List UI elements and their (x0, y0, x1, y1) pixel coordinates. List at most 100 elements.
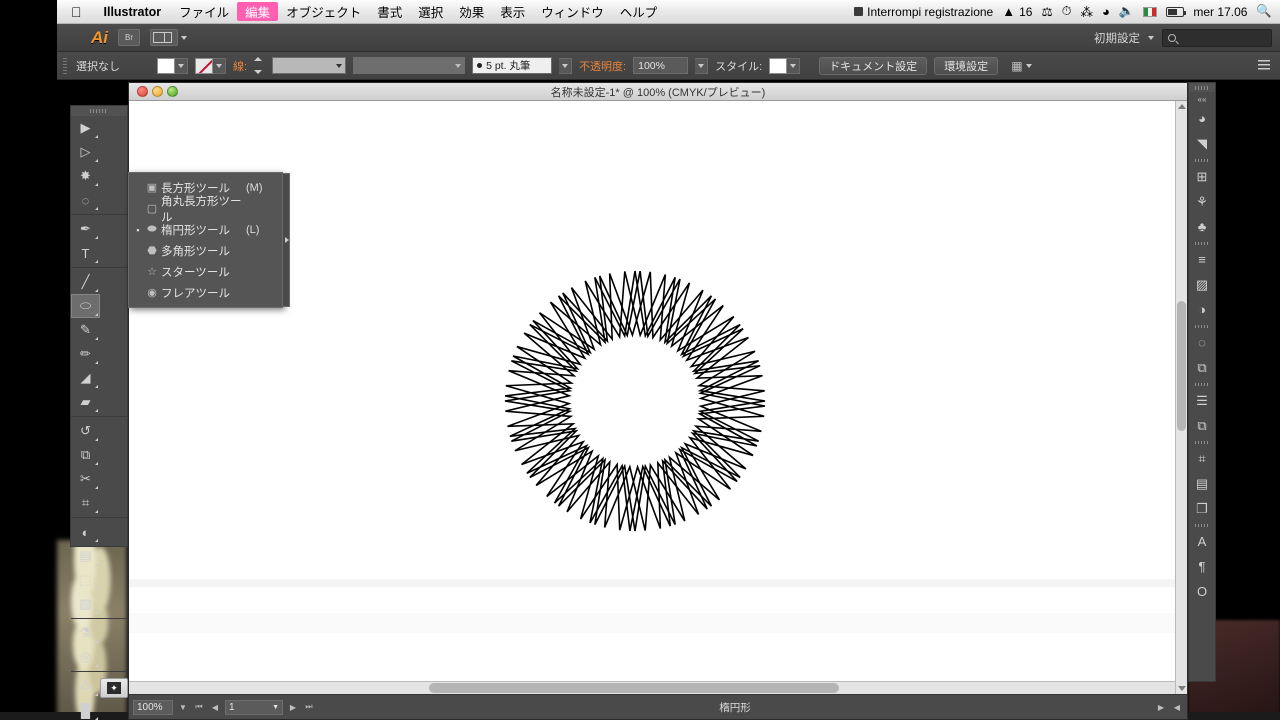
preferences-button[interactable]: 環境設定 (934, 56, 999, 75)
battery-icon[interactable] (1166, 6, 1187, 17)
vertical-scrollbar[interactable] (1175, 101, 1187, 694)
line-segment-tool[interactable]: ╱ (71, 270, 100, 294)
flyout-item-star[interactable]: ☆ スターツール (129, 261, 282, 282)
shape-builder-tool[interactable]: ◐ (71, 520, 100, 544)
flyout-item-rounded-rectangle[interactable]: ▢ 角丸長方形ツール (129, 196, 282, 224)
ellipse-tool[interactable]: ⬭ (71, 294, 100, 318)
menu-item-window[interactable]: ウィンドウ (533, 2, 612, 21)
rotate-tool[interactable]: ↺ (71, 419, 100, 443)
stroke-color-control[interactable] (195, 57, 226, 74)
workspace-switcher-label[interactable]: 初期設定 (1094, 30, 1140, 46)
airplay-icon[interactable]: ⁂ (1080, 4, 1093, 19)
volume-icon[interactable]: 🔈 (1119, 4, 1135, 19)
character-panel-icon[interactable]: A (1189, 529, 1215, 554)
dock-group-separator[interactable] (1189, 521, 1215, 529)
control-bar-grip[interactable] (63, 57, 67, 74)
direct-selection-tool[interactable]: ▷ (71, 140, 100, 164)
bridge-button[interactable]: Br (118, 29, 140, 46)
flyout-item-polygon[interactable]: ⬣ 多角形ツール (129, 240, 282, 261)
dock-collapse-button[interactable]: «« (1189, 92, 1215, 106)
scale-tool[interactable]: ⧉ (71, 443, 100, 467)
zoom-level-input[interactable]: 100% (133, 699, 173, 715)
align-chevron-down-icon[interactable] (1025, 63, 1032, 68)
menu-item-file[interactable]: ファイル (171, 2, 237, 21)
magic-wand-tool[interactable]: ✸ (71, 164, 100, 188)
spotlight-search-icon[interactable]: 🔍 (1256, 4, 1272, 19)
flyout-item-flare[interactable]: ◉ フレアツール (129, 282, 282, 303)
align-to-icon[interactable]: ▦ (1011, 59, 1022, 73)
dock-group-separator[interactable] (1189, 156, 1215, 164)
help-search-input[interactable] (1162, 28, 1272, 47)
stroke-swatch[interactable] (195, 57, 213, 74)
stroke-dropdown-button[interactable] (213, 57, 226, 74)
mesh-tool[interactable]: ⬚ (71, 568, 100, 592)
menu-app-name[interactable]: Illustrator (94, 5, 172, 19)
dock-group-separator[interactable] (1189, 380, 1215, 388)
dock-grip[interactable] (1189, 83, 1215, 92)
bluetooth-icon[interactable]: ⚖ (1041, 4, 1052, 19)
menu-item-object[interactable]: オブジェクト (278, 2, 369, 21)
stroke-profile-combo[interactable] (353, 57, 466, 74)
document-setup-button[interactable]: ドキュメント設定 (819, 56, 928, 75)
next-artboard-button[interactable]: ▶ (287, 700, 299, 715)
fill-color-control[interactable] (157, 57, 188, 74)
pen-tool[interactable]: ✒ (71, 217, 100, 241)
menu-item-edit[interactable]: 編集 (237, 2, 279, 21)
blend-tool[interactable]: ◎ (71, 645, 100, 669)
artboards-panel-icon[interactable]: ⊞ (1189, 164, 1215, 189)
control-bar-menu-icon[interactable] (1258, 59, 1270, 72)
horizontal-scroll-thumb[interactable] (429, 683, 839, 693)
menu-clock[interactable]: mer 17.06 (1193, 5, 1247, 19)
first-artboard-button[interactable]: ⏮ (193, 700, 205, 715)
flag-italy-icon[interactable] (1143, 6, 1158, 17)
transform-panel-icon[interactable]: ⌗ (1189, 446, 1215, 471)
eraser-tool[interactable]: ▰ (71, 390, 100, 414)
prev-artboard-button[interactable]: ◀ (209, 700, 221, 715)
star-ring-pattern[interactable] (495, 261, 775, 541)
apple-icon[interactable]:  (57, 5, 94, 19)
appearance-panel-icon[interactable]: ◌ (1189, 330, 1215, 355)
chevron-down-icon[interactable] (181, 35, 187, 40)
wifi-icon[interactable]: ◕ (1102, 4, 1110, 19)
opacity-dropdown-button[interactable] (695, 57, 709, 74)
symbol-sprayer-tool[interactable]: ⁂ (71, 674, 100, 698)
zoom-dropdown-button[interactable]: ▼ (177, 700, 189, 715)
stroke-weight-combo[interactable] (272, 57, 347, 74)
graphic-styles-panel-icon[interactable]: ⧉ (1189, 355, 1215, 380)
menu-item-help[interactable]: ヘルプ (612, 2, 666, 21)
tools-panel-grip[interactable] (71, 106, 127, 116)
column-graph-tool[interactable]: █ (71, 698, 100, 720)
scroll-up-arrow-icon[interactable] (1178, 104, 1186, 109)
align-panel-icon[interactable]: ▤ (1189, 471, 1215, 496)
gradient-tool[interactable]: ▧ (71, 592, 100, 616)
dock-group-separator[interactable] (1189, 239, 1215, 247)
menu-item-type[interactable]: 書式 (369, 2, 410, 21)
menu-item-effect[interactable]: 効果 (451, 2, 492, 21)
menu-item-view[interactable]: 表示 (492, 2, 533, 21)
perspective-grid-tool[interactable]: ▤ (71, 544, 100, 568)
opacity-input[interactable]: 100% (633, 57, 689, 74)
pencil-tool[interactable]: ✏ (71, 342, 100, 366)
type-tool[interactable]: T (71, 241, 100, 265)
paragraph-panel-icon[interactable]: ¶ (1189, 554, 1215, 579)
eyedropper-tool[interactable]: ⚗ (71, 621, 100, 645)
symbols-panel-icon[interactable]: ♣ (1189, 214, 1215, 239)
stroke-panel-icon[interactable]: ≡ (1189, 247, 1215, 272)
document-title-bar[interactable]: 名称未設定-1* @ 100% (CMYK/プレビュー) (129, 83, 1187, 101)
layers-panel-icon[interactable]: ☰ (1189, 388, 1215, 413)
arrange-documents-button[interactable] (150, 29, 178, 46)
brush-dropdown-button[interactable] (559, 57, 573, 74)
illustrator-menu-badge[interactable]: ▲ 16 (1002, 4, 1032, 19)
last-artboard-button[interactable]: ⏭ (303, 700, 315, 715)
menu-item-select[interactable]: 選択 (410, 2, 451, 21)
brush-definition-combo[interactable]: 5 pt. 丸筆 (472, 57, 553, 74)
fill-swatch[interactable] (157, 57, 175, 74)
graphic-style-control[interactable] (769, 57, 801, 74)
flyout-tearoff-tab[interactable] (282, 173, 290, 307)
dock-group-separator[interactable] (1189, 438, 1215, 446)
links-panel-icon[interactable]: ❐ (1189, 496, 1215, 521)
color-guide-icon[interactable]: ◥ (1189, 131, 1215, 156)
horizontal-scrollbar[interactable] (129, 681, 1175, 694)
style-dropdown-button[interactable] (787, 57, 801, 74)
scroll-down-arrow-icon[interactable] (1178, 686, 1186, 691)
